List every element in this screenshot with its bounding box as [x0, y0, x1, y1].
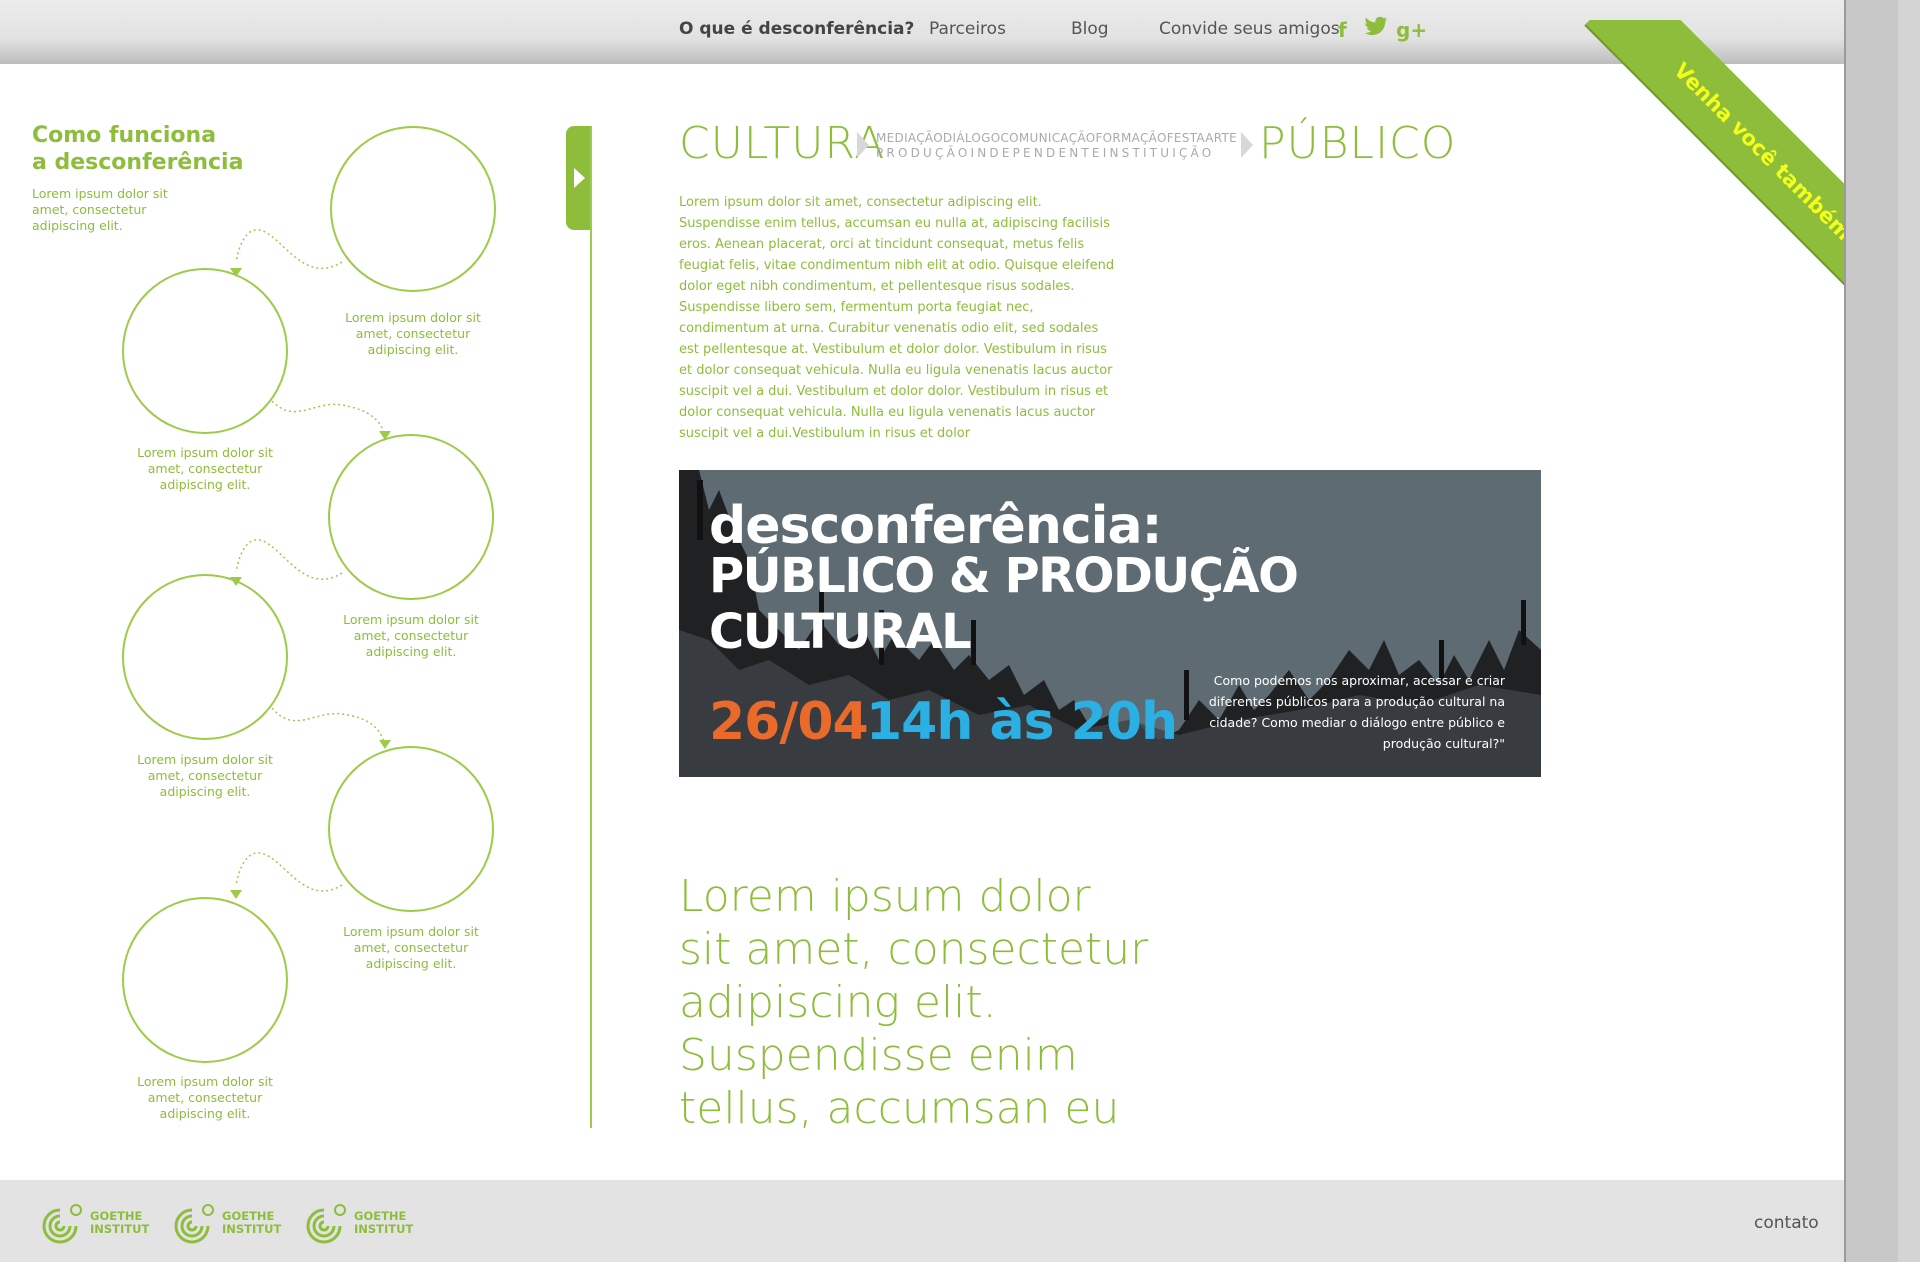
step-label-3: Lorem ipsum dolor sit amet, consectetur …	[343, 612, 479, 659]
intro-paragraph: Lorem ipsum dolor sit amet, consectetur …	[679, 195, 1115, 441]
logo-line2: INSTITUT	[354, 1222, 414, 1236]
banner-title-line2: PÚBLICO & PRODUÇÃO CULTURAL	[709, 548, 1299, 660]
keyword-cultura: CULTURA	[679, 118, 886, 169]
goethe-institut-logo[interactable]: GOETHE INSTITUT	[170, 1200, 281, 1246]
nav-blog-link[interactable]: Blog	[1071, 19, 1109, 39]
nav-partners-link[interactable]: Parceiros	[929, 19, 1006, 39]
step-circle-4[interactable]	[122, 574, 288, 740]
event-time: 14h às 20h	[866, 692, 1178, 752]
play-arrow-icon	[574, 168, 585, 188]
banner-question: Como podemos nos aproximar, acessar e cr…	[1208, 673, 1505, 751]
step-circle-1[interactable]	[330, 126, 496, 292]
goethe-institut-logo[interactable]: GOETHE INSTITUT	[38, 1200, 149, 1246]
logo-text: GOETHE INSTITUT	[222, 1210, 281, 1236]
nav-what-is-link[interactable]: O que é desconferência?	[679, 19, 914, 39]
step-label-6: Lorem ipsum dolor sit amet, consectetur …	[137, 1074, 273, 1121]
event-banner[interactable]: desconferência: PÚBLICO & PRODUÇÃO CULTU…	[679, 470, 1541, 777]
goethe-logo-mark-icon	[306, 1204, 346, 1244]
step-circle-2[interactable]	[122, 268, 288, 434]
highlight-quote: Lorem ipsum dolor sit amet, consectetur …	[679, 871, 1149, 1134]
goethe-logo-mark-icon	[174, 1204, 214, 1244]
keyword-publico: PÚBLICO	[1259, 118, 1457, 169]
logo-text: GOETHE INSTITUT	[90, 1210, 149, 1236]
keyword-list-bottom: PRODUÇÃOINDEPENDENTEINSTITUIÇÃO	[876, 146, 1215, 160]
ribbon-band: Venha você também!	[1585, 20, 1844, 336]
twitter-icon[interactable]	[1364, 16, 1388, 43]
step-label-1: Lorem ipsum dolor sit amet, consectetur …	[345, 310, 481, 357]
chevron-right-icon	[857, 132, 869, 158]
gutter-shade	[1898, 0, 1920, 1262]
logo-line2: INSTITUT	[90, 1222, 150, 1236]
event-date: 26/04	[709, 692, 869, 752]
chevron-right-icon	[1241, 132, 1253, 158]
ribbon-label: Venha você também!	[1669, 58, 1844, 252]
step-circle-3[interactable]	[328, 434, 494, 600]
logo-line2: INSTITUT	[222, 1222, 282, 1236]
step-circle-6[interactable]	[122, 897, 288, 1063]
step-label-5: Lorem ipsum dolor sit amet, consectetur …	[343, 924, 479, 971]
banner-title-line1: desconferência:	[709, 496, 1162, 556]
right-gutter	[1844, 0, 1920, 1262]
invite-label: Convide seus amigos:	[1159, 19, 1346, 39]
step-label-4: Lorem ipsum dolor sit amet, consectetur …	[137, 752, 273, 799]
gutter-border	[1844, 0, 1846, 1262]
step-circle-5[interactable]	[328, 746, 494, 912]
contact-link[interactable]: contato	[1754, 1213, 1819, 1233]
facebook-icon[interactable]: f	[1338, 18, 1347, 42]
goethe-logo-mark-icon	[42, 1204, 82, 1244]
sidebar-toggle-tab[interactable]	[566, 126, 590, 230]
google-plus-icon[interactable]: g+	[1396, 18, 1427, 42]
keyword-list-top: MEDIAÇÃODIÁLOGOCOMUNICAÇÃOFORMAÇÃOFESTAA…	[876, 131, 1238, 145]
step-label-2: Lorem ipsum dolor sit amet, consectetur …	[137, 445, 273, 492]
logo-text: GOETHE INSTITUT	[354, 1210, 413, 1236]
goethe-institut-logo[interactable]: GOETHE INSTITUT	[302, 1200, 413, 1246]
corner-ribbon[interactable]: Venha você também!	[1566, 20, 1844, 340]
column-divider	[590, 126, 592, 1128]
